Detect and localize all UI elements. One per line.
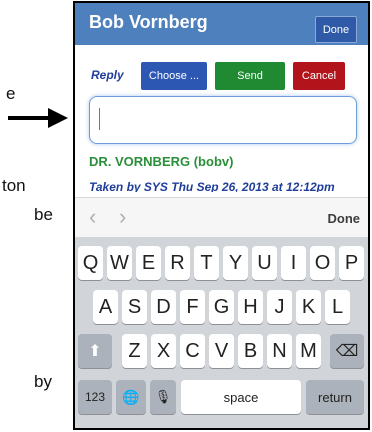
doc-text-fragment: be [34,205,53,224]
key-c[interactable]: C [180,334,205,368]
key-a[interactable]: A [93,290,118,324]
onscreen-keyboard: Q W E R T Y U I O P A S D F G H J K L ⬆ … [75,237,368,428]
message-timestamp: Taken by SYS Thu Sep 26, 2013 at 12:12pm [89,180,335,192]
send-button[interactable]: Send [215,62,285,90]
phone-screen: Bob Vornberg Done Reply Choose ... Send … [73,1,370,430]
return-key[interactable]: return [306,380,364,414]
key-h[interactable]: H [238,290,263,324]
key-r[interactable]: R [165,246,190,280]
sender-name: DR. VORNBERG (bobv) [89,154,234,169]
key-k[interactable]: K [296,290,321,324]
contact-name-title: Bob Vornberg [89,12,208,32]
microphone-key-icon[interactable]: 🎙 [150,380,176,414]
choose-button[interactable]: Choose ... [141,62,207,90]
key-n[interactable]: N [267,334,292,368]
done-button[interactable]: Done [315,16,357,43]
doc-text-fragment: ton [2,176,26,195]
previous-field-icon[interactable]: ‹ [89,204,96,230]
pointer-arrow-icon [8,108,68,128]
key-z[interactable]: Z [122,334,147,368]
header-bar: Bob Vornberg Done [75,3,368,45]
key-d[interactable]: D [151,290,176,324]
next-field-icon[interactable]: › [119,204,126,230]
key-o[interactable]: O [310,246,335,280]
backspace-key-icon[interactable]: ⌫ [330,334,364,368]
key-v[interactable]: V [209,334,234,368]
space-key[interactable]: space [181,380,301,414]
reply-toolbar: Reply Choose ... Send Cancel [75,45,368,90]
keyboard-accessory-bar: ‹ › Done [75,197,368,238]
shift-key-icon[interactable]: ⬆ [78,334,112,368]
key-e[interactable]: E [136,246,161,280]
key-g[interactable]: G [209,290,234,324]
key-t[interactable]: T [194,246,219,280]
key-s[interactable]: S [122,290,147,324]
key-u[interactable]: U [252,246,277,280]
key-b[interactable]: B [238,334,263,368]
cancel-button[interactable]: Cancel [293,62,345,90]
text-caret [99,108,100,130]
key-p[interactable]: P [339,246,364,280]
key-y[interactable]: Y [223,246,248,280]
numbers-key[interactable]: 123 [78,380,112,414]
reply-label: Reply [91,68,124,82]
doc-text-fragment: by [34,372,52,391]
key-j[interactable]: J [267,290,292,324]
key-i[interactable]: I [281,246,306,280]
globe-key-icon[interactable]: 🌐 [116,380,146,414]
key-m[interactable]: M [296,334,321,368]
key-w[interactable]: W [107,246,132,280]
reply-message-input[interactable] [89,96,357,144]
keyboard-done-button[interactable]: Done [328,211,361,226]
key-x[interactable]: X [151,334,176,368]
key-f[interactable]: F [180,290,205,324]
doc-text-fragment: e [6,84,16,103]
key-l[interactable]: L [325,290,350,324]
key-q[interactable]: Q [78,246,103,280]
